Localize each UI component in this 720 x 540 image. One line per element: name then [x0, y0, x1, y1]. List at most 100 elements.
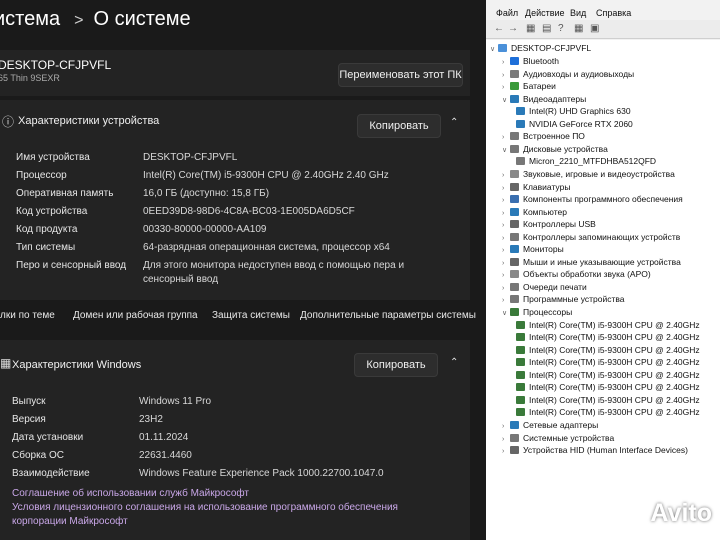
tree-view-icon[interactable]: ▤ — [542, 23, 551, 34]
collapse-icon[interactable]: ∨ — [502, 95, 510, 107]
breadcrumb: истема > О системе — [0, 8, 191, 31]
menu-file[interactable]: Файл — [496, 8, 518, 18]
tree-category-item[interactable]: › Звуковые, игровые и видеоустройства — [502, 168, 675, 180]
tree-item-label: Мониторы — [523, 244, 564, 255]
tree-category-item[interactable]: › Аудиовходы и аудиовыходы — [502, 68, 634, 80]
tree-device-item[interactable]: Micron_2210_MTFDHBA512QFD — [516, 155, 656, 167]
tree-category-item[interactable]: › Программные устройства — [502, 293, 625, 305]
spec-value: Intel(R) Core(TM) i5-9300H CPU @ 2.40GHz… — [143, 170, 389, 181]
device-icon — [516, 320, 525, 329]
tree-category-item[interactable]: › Bluetooth — [502, 55, 559, 67]
page-title: О системе — [93, 8, 191, 30]
tree-device-item[interactable]: Intel(R) Core(TM) i5-9300H CPU @ 2.40GHz — [516, 356, 700, 368]
tree-category-item[interactable]: › Системные устройства — [502, 432, 614, 444]
spec-label: Процессор — [16, 170, 67, 181]
collapse-icon[interactable]: ∨ — [502, 145, 510, 157]
collapse-icon[interactable]: ∨ — [502, 308, 510, 320]
tree-item-label: Компоненты программного обеспечения — [523, 194, 683, 205]
tree-category-item[interactable]: ∨ Дисковые устройства — [502, 143, 608, 155]
help-icon[interactable]: ? — [558, 23, 564, 34]
spec-label: Выпуск — [12, 396, 46, 407]
device-specs-copy-button[interactable]: Копировать — [357, 114, 441, 138]
menu-action[interactable]: Действие — [525, 8, 565, 18]
breadcrumb-parent[interactable]: истема — [0, 8, 60, 30]
tree-category-item[interactable]: › Объекты обработки звука (APO) — [502, 268, 651, 280]
device-tree: ∨ DESKTOP-CFJPVFL › Bluetooth › Аудиовходы и… — [486, 40, 720, 540]
monitor-icon[interactable]: ▣ — [590, 23, 599, 34]
link-system-protection[interactable]: Защита системы — [212, 310, 290, 321]
spec-label: Код устройства — [16, 206, 88, 217]
tree-category-item[interactable]: › Очереди печати — [502, 281, 587, 293]
device-icon — [510, 220, 519, 229]
tree-category-item[interactable]: › Компоненты программного обеспечения — [502, 193, 683, 205]
tree-device-item[interactable]: Intel(R) Core(TM) i5-9300H CPU @ 2.40GHz — [516, 331, 700, 343]
tree-item-label: Intel(R) UHD Graphics 630 — [529, 106, 631, 117]
menu-help[interactable]: Справка — [596, 8, 631, 18]
back-icon[interactable]: ← — [494, 23, 504, 34]
device-icon — [510, 245, 519, 254]
tree-device-item[interactable]: Intel(R) Core(TM) i5-9300H CPU @ 2.40GHz — [516, 394, 700, 406]
device-icon — [516, 408, 525, 417]
spec-label: Код продукта — [16, 224, 78, 235]
device-icon — [516, 333, 525, 342]
tree-category-item[interactable]: › Мониторы — [502, 243, 564, 255]
tree-category-item[interactable]: › Устройства HID (Human Interface Devices… — [502, 444, 688, 456]
tree-category-item[interactable]: › Встроенное ПО — [502, 130, 585, 142]
spec-label: Перо и сенсорный ввод — [16, 260, 127, 271]
tree-item-label: Устройства HID (Human Interface Devices) — [523, 445, 688, 456]
tree-item-label: Объекты обработки звука (APO) — [523, 269, 651, 280]
windows-specs-title: Характеристики Windows — [12, 359, 142, 371]
tree-root[interactable]: ∨ DESKTOP-CFJPVFL — [490, 42, 591, 54]
device-icon — [510, 207, 519, 216]
tree-category-item[interactable]: › Контроллеры запоминающих устройств — [502, 231, 680, 243]
tree-category-item[interactable]: › Компьютер — [502, 206, 567, 218]
spec-value: 23H2 — [139, 414, 163, 425]
ms-services-agreement-link[interactable]: Соглашение об использовании служб Майкро… — [12, 488, 249, 499]
tree-device-item[interactable]: Intel(R) Core(TM) i5-9300H CPU @ 2.40GHz — [516, 369, 700, 381]
device-icon — [510, 69, 519, 78]
tree-device-item[interactable]: NVIDIA GeForce RTX 2060 — [516, 118, 633, 130]
link-advanced-settings[interactable]: Дополнительные параметры системы — [300, 310, 476, 321]
tree-item-label: Аудиовходы и аудиовыходы — [523, 68, 635, 79]
device-icon — [510, 82, 519, 91]
tree-item-label: Intel(R) Core(TM) i5-9300H CPU @ 2.40GHz — [529, 394, 700, 405]
windows-specs-copy-button[interactable]: Копировать — [354, 353, 438, 377]
list-view-icon[interactable]: ▦ — [574, 23, 583, 34]
properties-icon[interactable]: ▦ — [526, 23, 535, 34]
tree-category-item[interactable]: › Батареи — [502, 80, 556, 92]
rename-pc-button[interactable]: Переименовать этот ПК — [338, 63, 463, 87]
spec-value: DESKTOP-CFJPVFL — [143, 152, 238, 163]
tree-item-label: Bluetooth — [523, 56, 559, 66]
tree-device-item[interactable]: Intel(R) Core(TM) i5-9300H CPU @ 2.40GHz — [516, 319, 700, 331]
collapse-icon[interactable]: ∨ — [490, 44, 498, 56]
tree-category-item[interactable]: › Сетевые адаптеры — [502, 419, 598, 431]
link-domain-workgroup[interactable]: Домен или рабочая группа — [73, 310, 198, 321]
tree-item-label: Intel(R) Core(TM) i5-9300H CPU @ 2.40GHz — [529, 369, 700, 380]
device-model: 65 Thin 9SEXR — [0, 73, 60, 83]
tree-category-item[interactable]: › Клавиатуры — [502, 181, 570, 193]
chevron-up-icon[interactable]: ⌃ — [450, 357, 458, 368]
tree-item-label: Компьютер — [523, 206, 567, 217]
menu-view[interactable]: Вид — [570, 8, 586, 18]
forward-icon[interactable]: → — [508, 23, 518, 34]
tree-category-item[interactable]: ∨ Процессоры — [502, 306, 572, 318]
device-icon — [516, 157, 525, 166]
ms-license-terms-link-cont[interactable]: корпорации Майкрософт — [12, 516, 128, 527]
tree-device-item[interactable]: Intel(R) UHD Graphics 630 — [516, 105, 631, 117]
device-manager-window: Файл Действие Вид Справка ← → ▦ ▤ ? ▦ ▣ … — [486, 0, 720, 540]
tree-item-label: Intel(R) Core(TM) i5-9300H CPU @ 2.40GHz — [529, 332, 700, 343]
computer-icon — [498, 44, 507, 52]
tree-category-item[interactable]: › Мыши и иные указывающие устройства — [502, 256, 681, 268]
tree-item-label: Контроллеры запоминающих устройств — [523, 231, 681, 242]
chevron-up-icon[interactable]: ⌃ — [450, 117, 458, 128]
tree-device-item[interactable]: Intel(R) Core(TM) i5-9300H CPU @ 2.40GHz — [516, 381, 700, 393]
expand-icon[interactable]: › — [502, 446, 510, 458]
ms-license-terms-link[interactable]: Условия лицензионного соглашения на испо… — [12, 502, 398, 513]
tree-device-item[interactable]: Intel(R) Core(TM) i5-9300H CPU @ 2.40GHz — [516, 406, 700, 418]
device-icon — [510, 57, 519, 65]
tree-category-item[interactable]: › Контроллеры USB — [502, 218, 596, 230]
tree-item-label: Intel(R) Core(TM) i5-9300H CPU @ 2.40GHz — [529, 407, 700, 418]
device-icon — [510, 144, 519, 153]
tree-category-item[interactable]: ∨ Видеоадаптеры — [502, 93, 586, 105]
tree-device-item[interactable]: Intel(R) Core(TM) i5-9300H CPU @ 2.40GHz — [516, 344, 700, 356]
